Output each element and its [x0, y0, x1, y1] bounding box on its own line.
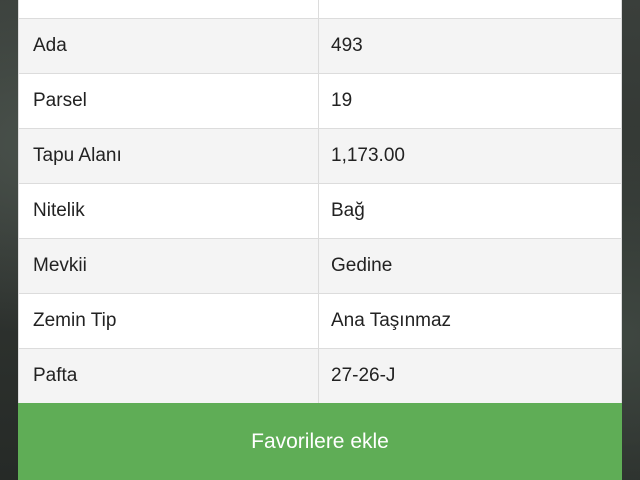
row-label-parsel: Parsel: [18, 73, 319, 129]
table-row: Mevkii Gedine: [18, 238, 622, 294]
row-label-tapu-alani: Tapu Alanı: [18, 128, 319, 184]
row-label-ada: Ada: [18, 18, 319, 74]
row-value-zemin-tip: Ana Taşınmaz: [318, 293, 622, 349]
parcel-info-table: Ada 493 Parsel 19 Tapu Alanı 1,173.00 Ni…: [18, 0, 622, 404]
row-label-nitelik: Nitelik: [18, 183, 319, 239]
table-row: Parsel 19: [18, 73, 622, 129]
add-to-favorites-button[interactable]: Favorilere ekle: [18, 403, 622, 480]
table-row: Tapu Alanı 1,173.00: [18, 128, 622, 184]
table-row: [18, 0, 622, 19]
row-value-mevkii: Gedine: [318, 238, 622, 294]
table-row: Pafta 27-26-J: [18, 348, 622, 404]
row-value-pafta: 27-26-J: [318, 348, 622, 404]
table-row: Nitelik Bağ: [18, 183, 622, 239]
row-label-mevkii: Mevkii: [18, 238, 319, 294]
table-row: Zemin Tip Ana Taşınmaz: [18, 293, 622, 349]
row-label: [18, 0, 319, 19]
row-value: [318, 0, 622, 19]
row-value-parsel: 19: [318, 73, 622, 129]
row-value-nitelik: Bağ: [318, 183, 622, 239]
row-label-zemin-tip: Zemin Tip: [18, 293, 319, 349]
row-value-ada: 493: [318, 18, 622, 74]
table-row: Ada 493: [18, 18, 622, 74]
row-label-pafta: Pafta: [18, 348, 319, 404]
row-value-tapu-alani: 1,173.00: [318, 128, 622, 184]
